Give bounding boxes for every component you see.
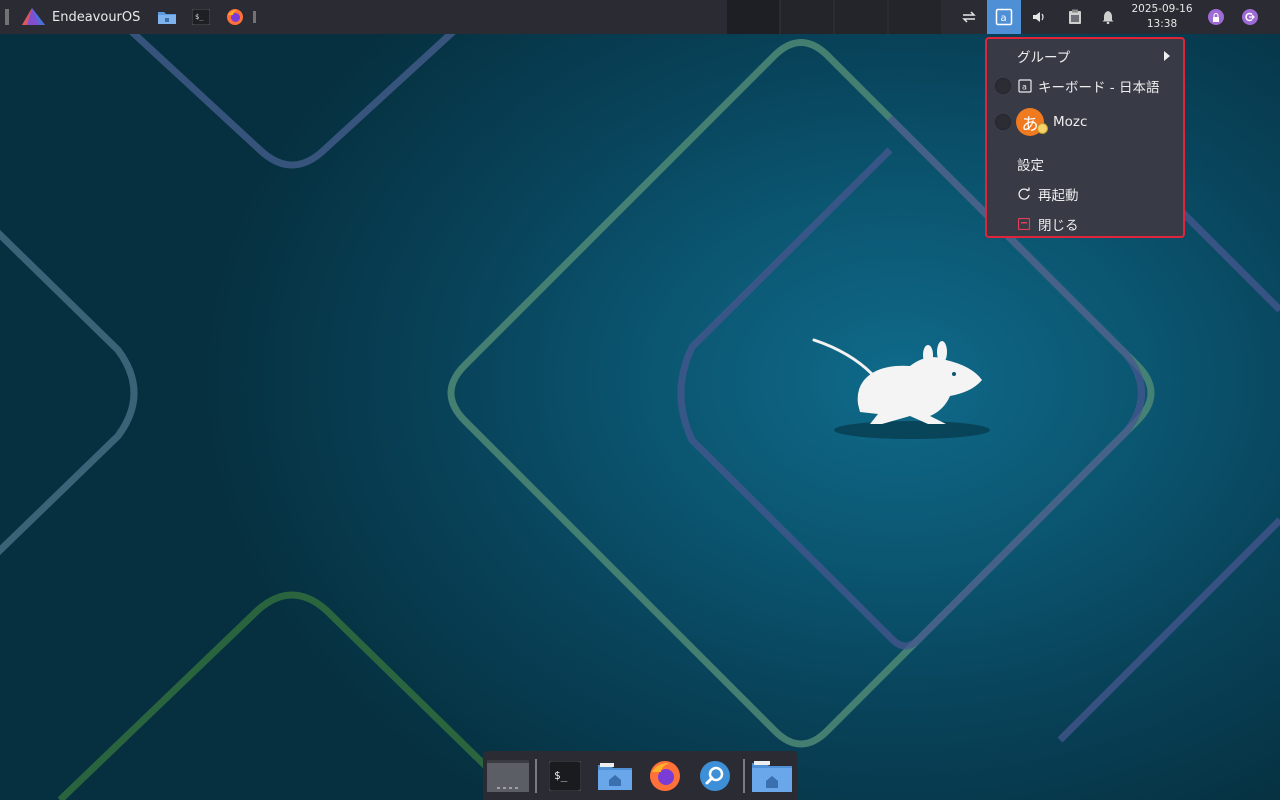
menu-item-keyboard-label: キーボード - 日本語 [1038, 80, 1160, 96]
restart-icon [1018, 187, 1030, 200]
input-method-menu: グループ a キーボード - 日本語 あ Mozc 設定 再起動 閉じる [985, 37, 1185, 238]
dock-separator [743, 759, 745, 793]
terminal-prompt: $_ [195, 13, 204, 21]
panel-grip[interactable] [5, 9, 9, 25]
mozc-status-dot [1037, 123, 1048, 134]
window-tasklist [727, 0, 943, 34]
clipboard-icon [1069, 9, 1081, 24]
svg-text:a: a [1001, 13, 1007, 24]
search-icon [700, 761, 730, 791]
clock-date: 2025-09-16 [1131, 3, 1193, 15]
menu-item-settings-label: 設定 [1017, 158, 1044, 174]
volume-icon [1033, 12, 1044, 22]
menu-item-restart[interactable]: 再起動 [987, 183, 1183, 205]
menu-item-mozc-label: Mozc [1053, 114, 1088, 130]
display-icon [962, 11, 976, 23]
radio-button[interactable] [995, 78, 1011, 94]
task-slot[interactable] [835, 0, 887, 34]
close-icon [1018, 218, 1030, 230]
firefox-icon [650, 761, 680, 791]
dock-terminal[interactable]: $_ [545, 755, 585, 797]
dock-folder[interactable] [749, 755, 795, 797]
dock-separator [535, 759, 537, 793]
lock-icon [1208, 9, 1224, 25]
terminal-icon: $_ [192, 9, 210, 25]
svg-text:a: a [1022, 83, 1027, 92]
clock-time: 13:38 [1146, 18, 1178, 30]
dock-home-folder[interactable] [593, 755, 637, 797]
terminal-prompt: $_ [554, 769, 568, 782]
notifications-button[interactable] [1097, 0, 1119, 34]
task-slot[interactable] [781, 0, 833, 34]
menu-item-restart-label: 再起動 [1038, 188, 1079, 204]
task-slot[interactable] [727, 0, 779, 34]
menu-item-group[interactable]: グループ [987, 45, 1183, 67]
endeavouros-logo-icon [22, 8, 45, 25]
launcher-overflow-handle[interactable] [253, 11, 256, 23]
menu-item-mozc[interactable]: あ Mozc [987, 105, 1183, 139]
applications-menu-label: EndeavourOS [52, 9, 141, 25]
menu-item-keyboard-japanese[interactable]: a キーボード - 日本語 [987, 75, 1183, 97]
keyboard-layout-icon: a [1018, 79, 1032, 93]
launcher-file-manager[interactable] [155, 5, 179, 29]
lock-screen-button[interactable] [1205, 0, 1227, 34]
menu-item-settings[interactable]: 設定 [987, 153, 1183, 175]
launcher-terminal[interactable]: $_ [189, 5, 213, 29]
notification-icon [1102, 11, 1114, 24]
bottom-dock: $_ [483, 751, 797, 800]
menu-item-close-label: 閉じる [1038, 218, 1079, 234]
xfce-mouse-logo [812, 338, 990, 439]
radio-button[interactable] [995, 114, 1011, 130]
clipboard-button[interactable] [1063, 0, 1087, 34]
menu-item-group-label: グループ [1017, 50, 1071, 66]
display-settings-button[interactable] [955, 0, 983, 34]
show-desktop-icon [487, 760, 529, 792]
firefox-icon [227, 9, 243, 25]
folder-icon [752, 761, 792, 792]
logout-button[interactable] [1239, 0, 1261, 34]
applications-menu-button[interactable]: EndeavourOS [20, 0, 140, 34]
terminal-icon: $_ [549, 761, 581, 791]
launcher-firefox[interactable] [223, 5, 247, 29]
dock-firefox[interactable] [643, 755, 687, 797]
dock-show-desktop[interactable] [486, 755, 530, 797]
home-folder-icon [598, 763, 632, 790]
dock-search[interactable] [693, 755, 737, 797]
volume-button[interactable] [1027, 0, 1051, 34]
file-manager-icon [158, 12, 176, 24]
task-slot[interactable] [889, 0, 941, 34]
submenu-arrow-icon [1164, 51, 1170, 61]
input-method-icon: a [995, 8, 1013, 26]
logout-icon [1242, 9, 1258, 25]
input-method-button[interactable]: a [987, 0, 1021, 34]
clock[interactable]: 2025-09-16 13:38 [1126, 2, 1198, 32]
top-panel: EndeavourOS $_ a 2025-09-16 13:38 [0, 0, 1280, 34]
menu-item-close[interactable]: 閉じる [987, 213, 1183, 235]
